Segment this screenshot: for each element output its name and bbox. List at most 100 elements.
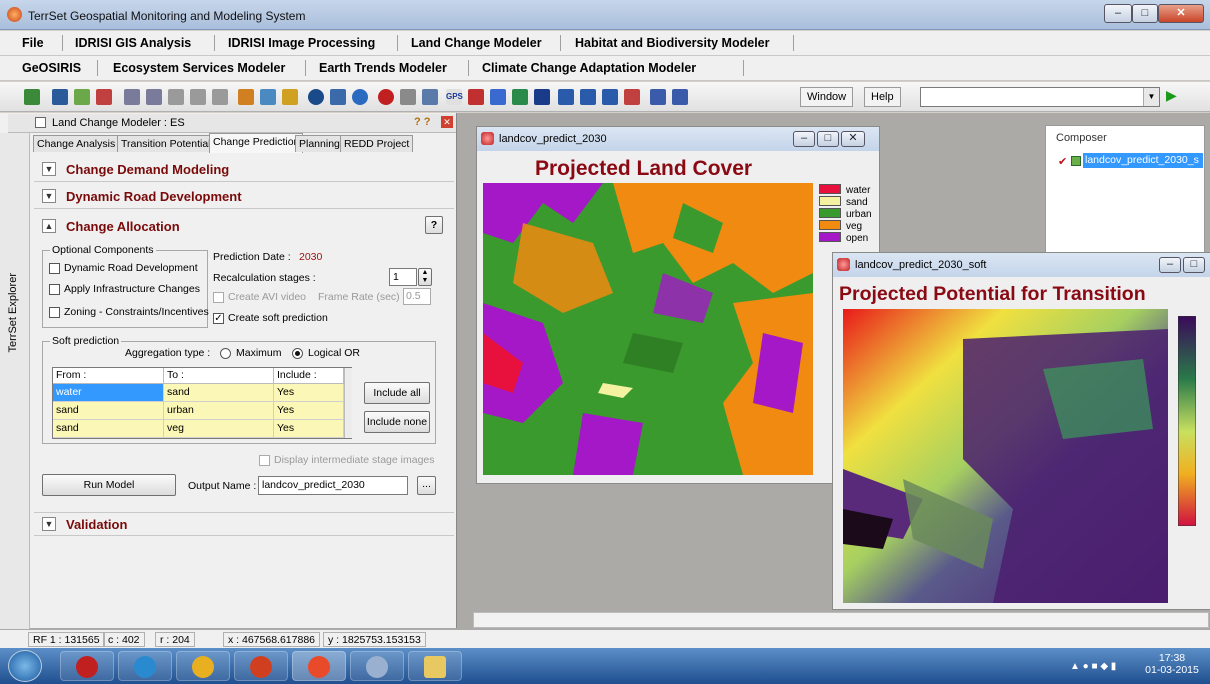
- map2-maximize-button[interactable]: □: [1183, 257, 1205, 273]
- recalc-stages-input[interactable]: 1: [389, 268, 417, 286]
- scissors-icon[interactable]: [400, 89, 416, 105]
- zoom-in-icon[interactable]: [124, 89, 140, 105]
- opt-infrastructure-checkbox[interactable]: [49, 284, 60, 295]
- window-menu-button[interactable]: Window: [800, 87, 854, 107]
- map-window-soft[interactable]: landcov_predict_2030_soft – □ Projected …: [832, 252, 1210, 610]
- grid-cell[interactable]: urban: [164, 402, 274, 420]
- grid-cell[interactable]: sand: [53, 420, 164, 438]
- display-icon[interactable]: [52, 89, 68, 105]
- arrow-icon[interactable]: [422, 89, 438, 105]
- chevron-down-icon[interactable]: ▼: [42, 189, 56, 203]
- menu-idrisi-gis[interactable]: IDRISI GIS Analysis: [75, 36, 191, 50]
- map1-maximize-button[interactable]: □: [817, 131, 839, 147]
- grid-icon[interactable]: [238, 89, 254, 105]
- grid-header-from[interactable]: From :: [53, 368, 164, 384]
- map2-minimize-button[interactable]: –: [1159, 257, 1181, 273]
- menu-habitat-biodiversity[interactable]: Habitat and Biodiversity Modeler: [575, 36, 769, 50]
- opt-zoning-checkbox[interactable]: [49, 307, 60, 318]
- select-icon[interactable]: [168, 89, 184, 105]
- help-icons[interactable]: ? ?: [414, 116, 431, 128]
- create-avi-checkbox[interactable]: [213, 292, 224, 303]
- checkmark-icon[interactable]: ✔: [1058, 155, 1067, 168]
- network-icon[interactable]: [260, 89, 276, 105]
- opt-road-checkbox[interactable]: [49, 263, 60, 274]
- chevron-up-icon[interactable]: ▲: [42, 219, 56, 233]
- taskbar-clock[interactable]: 17:38 01-03-2015: [1142, 652, 1202, 676]
- run-icon[interactable]: ▶: [1166, 87, 1182, 105]
- map1-minimize-button[interactable]: –: [793, 131, 815, 147]
- composer-layer-item[interactable]: landcov_predict_2030_s: [1083, 153, 1203, 168]
- grid-cell[interactable]: water: [53, 384, 164, 402]
- measure-icon[interactable]: [212, 89, 228, 105]
- terrset-explorer-tab[interactable]: TerrSet Explorer: [0, 133, 30, 629]
- taskbar-chrome[interactable]: [176, 651, 230, 681]
- eraser-icon[interactable]: [624, 89, 640, 105]
- zoom-out-icon[interactable]: [146, 89, 162, 105]
- wave-icon[interactable]: [490, 89, 506, 105]
- taskbar-app[interactable]: [234, 651, 288, 681]
- tab-transition-potentials[interactable]: Transition Potentials: [117, 135, 220, 152]
- map-window-landcover[interactable]: landcov_predict_2030 – □ ✕ Projected Lan…: [476, 126, 880, 484]
- help-menu-button[interactable]: Help: [864, 87, 901, 107]
- tab-change-prediction[interactable]: Change Prediction: [209, 133, 304, 153]
- menu-file[interactable]: File: [22, 36, 44, 50]
- menu-climate-change[interactable]: Climate Change Adaptation Modeler: [482, 61, 696, 75]
- chevron-down-icon[interactable]: ▼: [42, 517, 56, 531]
- globe-icon[interactable]: [352, 89, 368, 105]
- grid-cell[interactable]: veg: [164, 420, 274, 438]
- frame-rate-input[interactable]: 0.5: [403, 288, 431, 305]
- include-none-button[interactable]: Include none: [364, 411, 430, 433]
- grid-cell[interactable]: Yes: [274, 384, 344, 402]
- menu-earth-trends[interactable]: Earth Trends Modeler: [319, 61, 447, 75]
- ruler-icon[interactable]: [330, 89, 346, 105]
- menu-ecosystem-services[interactable]: Ecosystem Services Modeler: [113, 61, 285, 75]
- output-name-input[interactable]: landcov_predict_2030: [258, 476, 408, 495]
- digitize-icon[interactable]: [190, 89, 206, 105]
- workspace-scrollbar[interactable]: [473, 612, 1209, 628]
- system-tray-icons[interactable]: ▲ ● ■ ◆ ▮: [1070, 661, 1130, 673]
- grid-header-include[interactable]: Include :: [274, 368, 344, 384]
- taskbar-browser[interactable]: [118, 651, 172, 681]
- menu-land-change-modeler[interactable]: Land Change Modeler: [411, 36, 542, 50]
- layer-icon[interactable]: [96, 89, 112, 105]
- taskbar-explorer[interactable]: [408, 651, 462, 681]
- tab-planning[interactable]: Planning: [295, 135, 344, 152]
- tab-change-analysis[interactable]: Change Analysis: [33, 135, 120, 152]
- open-icon[interactable]: [24, 89, 40, 105]
- calculator-icon[interactable]: [534, 89, 550, 105]
- close-icon[interactable]: ✕: [441, 116, 453, 128]
- chevron-down-icon[interactable]: ▼: [42, 162, 56, 176]
- grid-cell[interactable]: sand: [53, 402, 164, 420]
- browse-button[interactable]: ...: [417, 476, 436, 495]
- run-model-button[interactable]: Run Model: [42, 474, 176, 496]
- section-dynamic-road[interactable]: ▼ Dynamic Road Development: [34, 185, 454, 209]
- grid-header-to[interactable]: To :: [164, 368, 274, 384]
- agg-maximum-radio[interactable]: [220, 348, 231, 359]
- maximize-button[interactable]: □: [1132, 4, 1158, 23]
- menu-idrisi-image[interactable]: IDRISI Image Processing: [228, 36, 375, 50]
- list-icon[interactable]: [602, 89, 618, 105]
- composer-icon[interactable]: [74, 89, 90, 105]
- map1-close-button[interactable]: ✕: [841, 131, 865, 147]
- close-button[interactable]: ✕: [1158, 4, 1204, 23]
- target-icon[interactable]: [378, 89, 394, 105]
- section-change-demand[interactable]: ▼ Change Demand Modeling: [34, 158, 454, 182]
- chart-icon[interactable]: [468, 89, 484, 105]
- minimize-button[interactable]: –: [1104, 4, 1132, 23]
- allocation-help-button[interactable]: ?: [425, 216, 443, 234]
- taskbar-acrobat[interactable]: [60, 651, 114, 681]
- chevron-down-icon[interactable]: ▼: [1143, 88, 1159, 106]
- taskbar-terrset[interactable]: [292, 651, 346, 681]
- taskbar-paint[interactable]: [350, 651, 404, 681]
- tree-icon[interactable]: [282, 89, 298, 105]
- grid-cell[interactable]: Yes: [274, 420, 344, 438]
- table-icon[interactable]: [558, 89, 574, 105]
- section-change-allocation[interactable]: ▲ Change Allocation: [34, 215, 454, 239]
- grid-cell[interactable]: sand: [164, 384, 274, 402]
- collapse-icon[interactable]: [35, 117, 46, 128]
- gps-icon[interactable]: GPS: [446, 89, 463, 105]
- section-validation[interactable]: ▼ Validation: [34, 512, 454, 536]
- macro-icon[interactable]: [650, 89, 666, 105]
- display-intermediate-checkbox[interactable]: [259, 455, 270, 466]
- start-icon[interactable]: [8, 650, 42, 682]
